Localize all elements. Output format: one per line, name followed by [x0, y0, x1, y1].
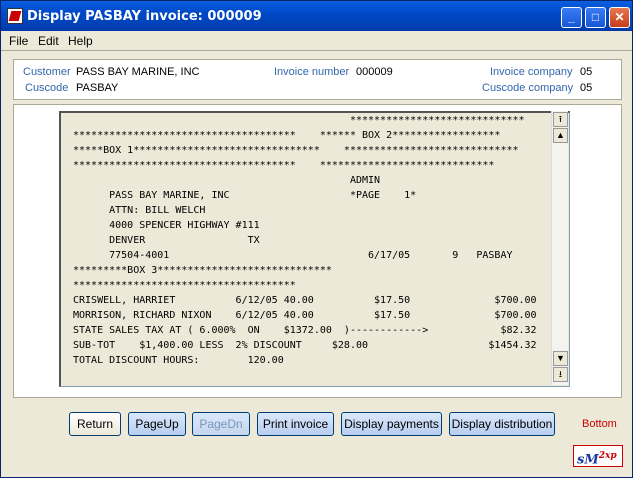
- title-bar[interactable]: Display PASBAY invoice: 000009 _ □ ✕: [1, 1, 632, 31]
- customer-label: Customer: [23, 66, 71, 78]
- app-icon: [7, 8, 23, 24]
- menu-bar: File Edit Help: [1, 31, 632, 51]
- minimize-button[interactable]: _: [561, 7, 582, 28]
- menu-file[interactable]: File: [9, 34, 28, 48]
- close-button[interactable]: ✕: [609, 7, 630, 28]
- window-title: Display PASBAY invoice: 000009: [27, 9, 262, 24]
- invoice-header-panel: Customer PASS BAY MARINE, INC Cuscode PA…: [13, 59, 622, 100]
- cuscode-company-label: Cuscode company: [482, 82, 574, 94]
- invoice-report-text: ***************************** **********…: [73, 115, 537, 366]
- invoice-report-view[interactable]: ***************************** **********…: [59, 111, 570, 387]
- maximize-button[interactable]: □: [585, 7, 606, 28]
- customer-value: PASS BAY MARINE, INC: [76, 66, 200, 78]
- menu-help[interactable]: Help: [68, 34, 93, 48]
- display-distribution-button[interactable]: Display distribution: [449, 412, 555, 436]
- invoice-number-label: Invoice number: [274, 66, 350, 78]
- smxp-logo: sM2xp: [573, 445, 623, 467]
- invoice-company-label: Invoice company: [490, 66, 573, 78]
- invoice-company-value: 05: [580, 66, 593, 78]
- scroll-position-indicator: Bottom: [582, 418, 617, 430]
- page-down-button: PageDn: [192, 412, 250, 436]
- logo-sup: 2xp: [598, 451, 617, 461]
- app-window: Display PASBAY invoice: 000009 _ □ ✕ Fil…: [0, 0, 633, 478]
- cuscode-label: Cuscode: [25, 82, 69, 94]
- scroll-down-icon[interactable]: ▼: [553, 351, 568, 366]
- invoice-number-value: 000009: [356, 66, 393, 78]
- page-up-button[interactable]: PageUp: [128, 412, 186, 436]
- logo-text: sM: [577, 452, 599, 468]
- menu-edit[interactable]: Edit: [38, 34, 59, 48]
- return-button[interactable]: Return: [69, 412, 121, 436]
- report-scrollbar[interactable]: ⭱ ▲ ▼ ⭳: [551, 111, 568, 385]
- scroll-top-icon[interactable]: ⭱: [553, 112, 568, 127]
- cuscode-value: PASBAY: [76, 82, 119, 94]
- scroll-up-icon[interactable]: ▲: [553, 128, 568, 143]
- scroll-bottom-icon[interactable]: ⭳: [553, 367, 568, 382]
- display-payments-button[interactable]: Display payments: [341, 412, 442, 436]
- print-invoice-button[interactable]: Print invoice: [257, 412, 334, 436]
- cuscode-company-value: 05: [580, 82, 593, 94]
